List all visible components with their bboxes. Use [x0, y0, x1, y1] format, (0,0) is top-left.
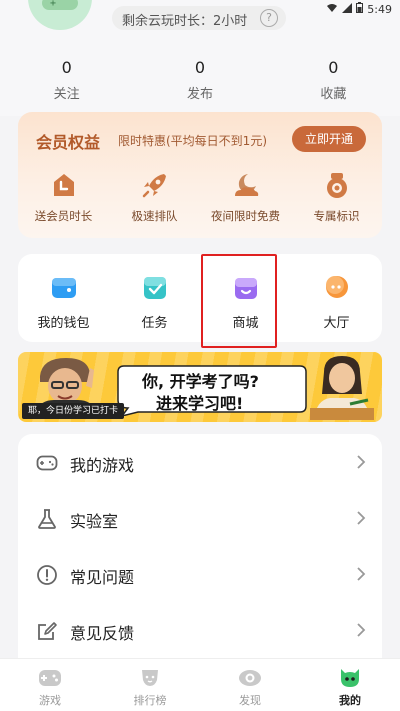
chevron-right-icon [357, 567, 366, 581]
cloud-time-pill[interactable]: 剩余云玩时长：2小时 ? [112, 6, 286, 30]
gamepad-tab-icon [39, 670, 61, 686]
stat-label: 收藏 [320, 87, 347, 102]
profile-icon [341, 669, 359, 687]
flask-icon [38, 509, 56, 529]
quick-wallet[interactable]: 我的钱包 [18, 254, 109, 342]
banner-headline-1: 你, 开学考了吗? [142, 372, 259, 391]
perk-fast-queue[interactable]: 极速排队 [109, 170, 200, 224]
badge-icon [326, 173, 347, 198]
battery-icon [356, 2, 364, 16]
chat-icon [325, 276, 348, 298]
bottom-tab-bar: 游戏 排行榜 发现 我的 [0, 658, 400, 711]
quick-lobby[interactable]: 大厅 [291, 254, 382, 342]
trophy-icon [142, 670, 158, 686]
menu-feedback[interactable]: 意见反馈 [18, 602, 382, 658]
tab-leaderboard[interactable]: 排行榜 [100, 659, 200, 711]
stats-row: 0 关注 0 发布 0 收藏 [0, 58, 400, 102]
avatar[interactable]: + [28, 0, 92, 30]
menu-label: 意见反馈 [70, 624, 135, 643]
rocket-icon [142, 174, 166, 198]
membership-card[interactable]: 会员权益 限时特惠(平均每日不到1元) 立即开通 送会员时长 极速排队 夜间限时… [18, 112, 382, 238]
perk-label: 夜间限时免费 [211, 209, 280, 223]
help-icon[interactable]: ? [260, 9, 278, 27]
stat-favorites[interactable]: 0 收藏 [267, 58, 400, 102]
student-illustration [310, 356, 374, 420]
promo-banner[interactable]: 你, 开学考了吗? 进来学习吧! 耶，今日份学习已打卡 [18, 352, 382, 422]
quick-actions: 我的钱包 任务 商城 大厅 [18, 254, 382, 342]
tab-discover[interactable]: 发现 [200, 659, 300, 711]
menu-label: 常见问题 [70, 568, 135, 587]
wallet-icon [51, 278, 76, 298]
clock-icon [53, 174, 74, 196]
stat-label: 发布 [186, 87, 213, 102]
menu-my-games[interactable]: 我的游戏 [18, 434, 382, 490]
perk-label: 专属标识 [313, 209, 360, 223]
eye-icon [239, 670, 261, 686]
tab-label: 发现 [239, 694, 261, 707]
stat-following[interactable]: 0 关注 [0, 58, 133, 102]
perk-exclusive-badge[interactable]: 专属标识 [291, 170, 382, 224]
gamepad-icon [36, 455, 58, 471]
wifi-icon [326, 3, 338, 16]
tab-games[interactable]: 游戏 [0, 659, 100, 711]
settings-menu: 我的游戏 实验室 常见问题 意见反馈 [18, 434, 382, 664]
checkin-ticker: 耶，今日份学习已打卡 [22, 403, 125, 419]
chevron-right-icon [357, 455, 366, 469]
membership-subtitle: 限时特惠(平均每日不到1元) [118, 134, 267, 148]
menu-lab[interactable]: 实验室 [18, 490, 382, 546]
open-membership-button[interactable]: 立即开通 [292, 126, 366, 152]
store-highlight-box [201, 254, 277, 348]
perk-label: 极速排队 [131, 209, 178, 223]
membership-title: 会员权益 [36, 133, 101, 152]
question-icon [37, 565, 57, 585]
status-time: 5:49 [367, 2, 392, 16]
perk-night-free[interactable]: 夜间限时免费 [200, 170, 291, 224]
task-icon [143, 277, 166, 299]
remaining-time-label: 剩余云玩时长： [122, 14, 214, 29]
tab-label: 排行榜 [133, 694, 167, 707]
stat-posts[interactable]: 0 发布 [133, 58, 266, 102]
perk-bonus-time[interactable]: 送会员时长 [18, 170, 109, 224]
perk-label: 送会员时长 [34, 209, 93, 223]
banner-headline-2: 进来学习吧! [156, 394, 244, 413]
quick-label: 大厅 [323, 316, 350, 331]
stat-count: 0 [328, 58, 339, 77]
remaining-time-value: 2小时 [213, 14, 248, 29]
menu-faq[interactable]: 常见问题 [18, 546, 382, 602]
stat-label: 关注 [53, 87, 80, 102]
membership-perks: 送会员时长 极速排队 夜间限时免费 专属标识 [18, 170, 382, 224]
tab-profile[interactable]: 我的 [300, 659, 400, 711]
quick-label: 任务 [141, 316, 168, 331]
menu-label: 我的游戏 [70, 456, 135, 475]
stat-count: 0 [194, 58, 206, 77]
tab-label: 游戏 [39, 694, 61, 707]
menu-label: 实验室 [70, 512, 119, 531]
stat-count: 0 [61, 58, 72, 77]
chevron-right-icon [357, 511, 366, 525]
quick-label: 我的钱包 [37, 316, 90, 331]
tab-label: 我的 [339, 694, 361, 707]
quick-tasks[interactable]: 任务 [109, 254, 200, 342]
profile-header: + 剩余云玩时长：2小时 ? 5:49 0 关注 0 发布 0 收藏 [0, 0, 400, 116]
status-bar: 5:49 [326, 2, 392, 16]
feedback-icon [38, 622, 57, 640]
chevron-right-icon [357, 623, 366, 637]
signal-icon [342, 2, 353, 16]
cloud-moon-icon [234, 174, 258, 196]
